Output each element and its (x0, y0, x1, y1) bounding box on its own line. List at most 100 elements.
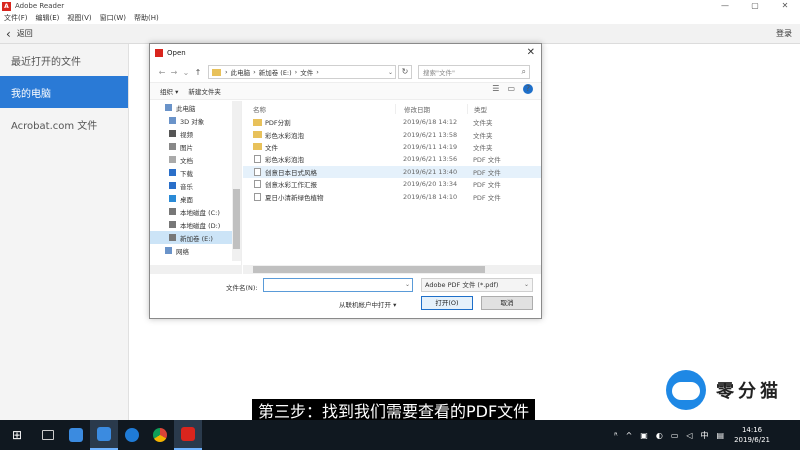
network-tray-icon[interactable]: ▭ (671, 431, 679, 440)
file-type: 文件夹 (473, 131, 493, 140)
command-bar: 组织 ▾ 新建文件夹 (150, 82, 541, 100)
sign-in-link[interactable]: 登录 (776, 28, 792, 39)
tree-item-downloads[interactable]: 下载 (150, 166, 241, 179)
keyboard-icon[interactable]: ▤ (717, 431, 725, 440)
tree-item-drive-e[interactable]: 新加卷 (E:) (150, 231, 241, 244)
drive-icon (169, 234, 176, 241)
folder-icon (253, 143, 262, 151)
breadcrumb-separator: › (316, 68, 319, 76)
clock[interactable]: 14:16 2019/6/21 (734, 425, 770, 445)
filename-input[interactable]: ⌄ (263, 278, 413, 292)
new-folder-button[interactable]: 新建文件夹 (188, 86, 221, 96)
file-row[interactable]: 彩色水彩泡泡 2019/6/21 13:58 文件夹 (243, 128, 541, 140)
open-button[interactable]: 打开(O) (421, 296, 473, 310)
column-date[interactable]: 修改日期 (395, 103, 467, 114)
app-icon-blue-bird-active[interactable] (90, 420, 118, 450)
close-button[interactable]: ✕ (770, 0, 800, 12)
menu-edit[interactable]: 编辑(E) (36, 13, 60, 23)
document-icon (169, 156, 176, 163)
people-icon[interactable]: ᴿ (614, 431, 618, 440)
tree-scrollbar[interactable] (232, 101, 241, 261)
breadcrumb-drive-e[interactable]: 新加卷 (E:) (259, 67, 292, 77)
sidebar-item-acrobat-files[interactable]: Acrobat.com 文件 (0, 108, 128, 140)
open-dialog: Open ✕ ← → ⌄ ↑ › 此电脑 › 新加卷 (E:) › 文件 › ⌄… (149, 43, 542, 319)
address-bar[interactable]: › 此电脑 › 新加卷 (E:) › 文件 › ⌄ (208, 65, 396, 79)
file-list: 名称 修改日期 类型 PDF分割 2019/6/18 14:12 文件夹 彩色水… (243, 101, 541, 274)
file-row[interactable]: 文件 2019/6/11 14:19 文件夹 (243, 141, 541, 153)
tray-expand-icon[interactable]: ^ (626, 431, 633, 440)
app-icon-blue-bird[interactable] (62, 420, 90, 450)
tree-horizontal-scrollbar[interactable] (150, 265, 242, 274)
address-dropdown-icon[interactable]: ⌄ (388, 69, 393, 76)
menu-view[interactable]: 视图(V) (67, 13, 91, 23)
filetype-select[interactable]: Adobe PDF 文件 (*.pdf) ⌄ (421, 278, 533, 292)
column-type[interactable]: 类型 (467, 103, 527, 114)
computer-icon (165, 104, 172, 111)
back-button[interactable]: 返回 (17, 28, 33, 39)
clock-time: 14:16 (741, 426, 763, 434)
maximize-button[interactable]: ▢ (740, 0, 770, 12)
nav-up-icon[interactable]: ↑ (192, 68, 204, 77)
change-view-icon[interactable]: ☰ (492, 84, 499, 94)
refresh-icon[interactable]: ↻ (398, 65, 412, 79)
breadcrumb-this-pc[interactable]: 此电脑 (231, 67, 251, 77)
chrome-browser-icon[interactable] (146, 420, 174, 450)
pdf-file-icon (254, 155, 261, 164)
tree-item-pictures[interactable]: 图片 (150, 140, 241, 153)
sidebar-item-recent[interactable]: 最近打开的文件 (0, 44, 128, 76)
tree-item-this-pc[interactable]: 此电脑 (150, 101, 241, 114)
file-list-scrollbar[interactable] (243, 265, 541, 274)
file-row[interactable]: PDF分割 2019/6/18 14:12 文件夹 (243, 116, 541, 128)
file-row[interactable]: 创意日本日式风格 2019/6/21 13:40 PDF 文件 (243, 165, 541, 178)
tree-scroll-thumb[interactable] (233, 189, 240, 249)
open-from-online-button[interactable]: 从联机帐户中打开 ▾ (339, 299, 396, 309)
tree-item-drive-c[interactable]: 本地磁盘 (C:) (150, 205, 241, 218)
tree-item-desktop[interactable]: 桌面 (150, 192, 241, 205)
start-button[interactable]: ⊞ (0, 420, 34, 450)
file-date: 2019/6/21 13:58 (403, 130, 458, 139)
organize-button[interactable]: 组织 ▾ (160, 86, 178, 96)
sidebar-item-my-computer[interactable]: 我的电脑 (0, 76, 128, 108)
nav-back-icon[interactable]: ← (156, 68, 168, 77)
tree-item-network[interactable]: 网络 (150, 244, 241, 257)
system-tray: ᴿ ^ ▣ ◐ ▭ ◁ 中 ▤ 14:16 2019/6/21 (606, 420, 800, 450)
drive-icon (169, 208, 176, 215)
recent-locations-icon[interactable]: ⌄ (180, 68, 192, 77)
menu-file[interactable]: 文件(F) (4, 13, 28, 23)
tree-item-drive-d[interactable]: 本地磁盘 (D:) (150, 218, 241, 231)
nav-forward-icon[interactable]: → (168, 68, 180, 77)
volume-icon[interactable]: ◁ (686, 431, 692, 440)
folder-icon (253, 118, 262, 126)
tree-item-3d-objects[interactable]: 3D 对象 (150, 114, 241, 127)
task-view-icon[interactable] (34, 420, 62, 450)
input-method-icon[interactable]: 中 (701, 430, 709, 441)
tray-app-icon[interactable]: ▣ (640, 431, 648, 440)
dialog-footer: 文件名(N): ⌄ Adobe PDF 文件 (*.pdf) ⌄ 从联机帐户中打… (150, 276, 541, 318)
file-type: PDF 文件 (473, 181, 501, 190)
menu-bar: 文件(F) 编辑(E) 视图(V) 窗口(W) 帮助(H) (0, 12, 800, 24)
file-row[interactable]: 彩色水彩泡泡 2019/6/21 13:56 PDF 文件 (243, 153, 541, 165)
security-icon[interactable]: ◐ (656, 431, 663, 440)
breadcrumb-separator: › (225, 68, 228, 76)
tree-item-documents[interactable]: 文档 (150, 153, 241, 166)
help-icon[interactable]: ? (523, 84, 533, 94)
dialog-close-button[interactable]: ✕ (527, 47, 535, 58)
tree-item-music[interactable]: 音乐 (150, 179, 241, 192)
tree-item-videos[interactable]: 视频 (150, 127, 241, 140)
file-row[interactable]: 夏日小清新绿色植物 2019/6/18 14:10 PDF 文件 (243, 190, 541, 202)
breadcrumb-folder[interactable]: 文件 (300, 67, 313, 77)
column-name[interactable]: 名称 (243, 104, 395, 114)
search-input[interactable]: 搜索"文件" ⌕ (418, 65, 530, 79)
minimize-button[interactable]: — (710, 0, 740, 12)
adobe-reader-taskbar-icon[interactable] (174, 420, 202, 450)
file-list-scroll-thumb[interactable] (253, 266, 485, 273)
file-row[interactable]: 创意水彩工作汇报 2019/6/20 13:34 PDF 文件 (243, 178, 541, 190)
menu-window[interactable]: 窗口(W) (100, 13, 126, 23)
preview-pane-icon[interactable]: ▭ (507, 84, 515, 94)
menu-help[interactable]: 帮助(H) (134, 13, 159, 23)
back-arrow-icon[interactable]: ‹ (6, 27, 11, 41)
filename-dropdown-icon[interactable]: ⌄ (405, 281, 410, 288)
breadcrumb-separator: › (253, 68, 256, 76)
cancel-button[interactable]: 取消 (481, 296, 533, 310)
edge-browser-icon[interactable] (118, 420, 146, 450)
